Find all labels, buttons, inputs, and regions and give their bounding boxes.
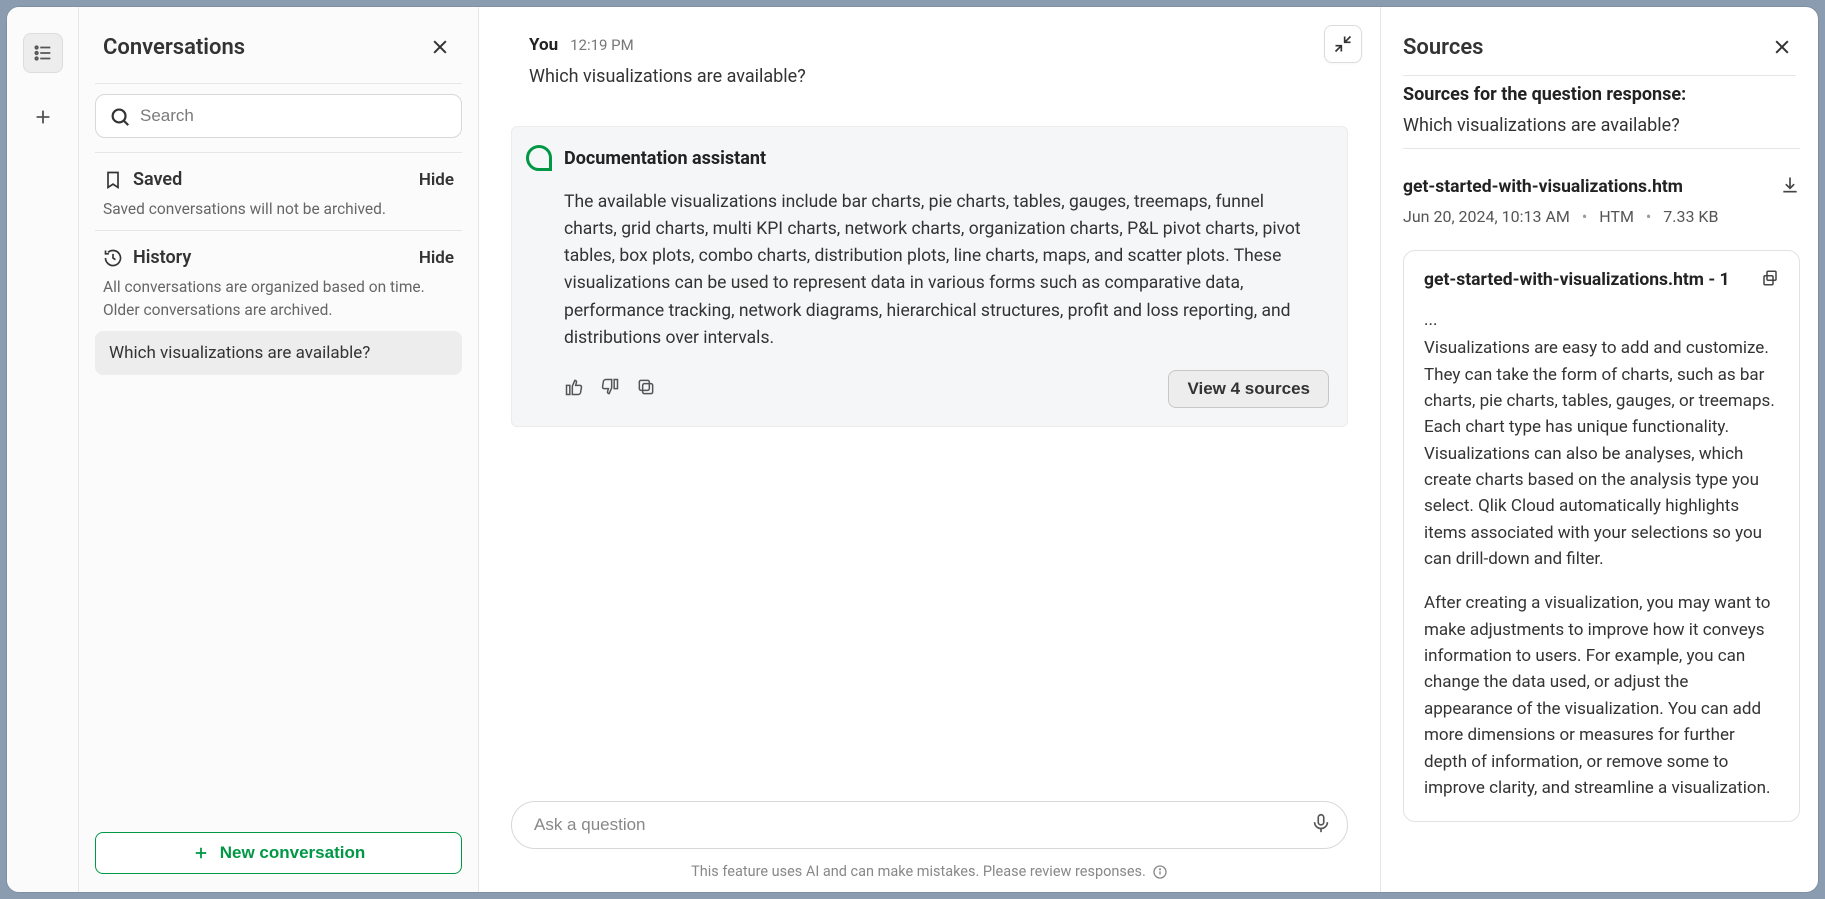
sources-title: Sources	[1403, 35, 1484, 60]
conversations-rail-button[interactable]	[23, 33, 63, 73]
sources-panel: Sources Sources for the question respons…	[1380, 7, 1818, 892]
user-message-text: Which visualizations are available?	[529, 63, 1330, 90]
history-icon	[103, 248, 123, 268]
source-file: get-started-with-visualizations.htm Jun …	[1403, 159, 1800, 236]
conversations-panel: Conversations Sav	[79, 7, 479, 892]
close-sources-button[interactable]	[1768, 33, 1796, 61]
plus-icon	[32, 106, 54, 128]
copy-icon	[636, 377, 656, 397]
source-file-type: HTM	[1599, 207, 1634, 226]
close-conversations-button[interactable]	[426, 33, 454, 61]
open-external-icon	[1761, 269, 1779, 287]
sources-question-heading: Sources for the question response:	[1403, 84, 1800, 105]
saved-hide-button[interactable]: Hide	[419, 170, 454, 190]
chat-panel: You 12:19 PM Which visualizations are av…	[479, 7, 1380, 892]
thumbs-up-icon	[564, 377, 584, 397]
thumbs-down-button[interactable]	[600, 377, 620, 401]
open-source-button[interactable]	[1761, 269, 1779, 291]
bookmark-icon	[103, 170, 123, 190]
saved-section: Saved Hide Saved conversations will not …	[95, 163, 462, 220]
history-section: History Hide All conversations are organ…	[95, 241, 462, 325]
disclaimer: This feature uses AI and can make mistak…	[479, 859, 1380, 892]
assistant-message: Documentation assistant The available vi…	[511, 126, 1348, 427]
history-desc: All conversations are organized based on…	[103, 276, 454, 321]
source-card-title: get-started-with-visualizations.htm - 1	[1424, 270, 1730, 290]
download-icon	[1780, 175, 1800, 195]
new-conversation-label: New conversation	[220, 843, 366, 863]
info-icon	[1152, 864, 1168, 880]
source-excerpt: ... Visualizations are easy to add and c…	[1424, 307, 1779, 801]
list-icon	[32, 42, 54, 64]
close-icon	[1772, 37, 1792, 57]
assistant-message-text: The available visualizations include bar…	[526, 189, 1329, 352]
thumbs-up-button[interactable]	[564, 377, 584, 401]
source-ellipsis: ...	[1424, 307, 1779, 333]
source-file-name: get-started-with-visualizations.htm	[1403, 177, 1683, 197]
conversations-search-input[interactable]	[95, 94, 462, 138]
app-frame: Conversations Sav	[7, 7, 1818, 892]
assistant-avatar-icon	[526, 145, 552, 171]
user-author-label: You	[529, 35, 558, 55]
close-icon	[430, 37, 450, 57]
view-sources-button[interactable]: View 4 sources	[1168, 370, 1329, 408]
collapse-icon	[1333, 34, 1353, 54]
source-file-meta: Jun 20, 2024, 10:13 AM • HTM • 7.33 KB	[1403, 207, 1800, 226]
user-message-time: 12:19 PM	[570, 36, 634, 54]
history-label: History	[133, 247, 191, 268]
search-icon	[109, 106, 131, 128]
disclaimer-text: This feature uses AI and can make mistak…	[691, 863, 1146, 880]
microphone-icon	[1310, 812, 1332, 834]
collapse-chat-button[interactable]	[1324, 25, 1362, 63]
thumbs-down-icon	[600, 377, 620, 397]
source-file-date: Jun 20, 2024, 10:13 AM	[1403, 207, 1570, 226]
source-paragraph-1: Visualizations are easy to add and custo…	[1424, 335, 1779, 572]
new-conversation-button[interactable]: New conversation	[95, 832, 462, 874]
source-paragraph-2: After creating a visualization, you may …	[1424, 590, 1779, 801]
chat-input[interactable]	[511, 801, 1348, 849]
conversation-item[interactable]: Which visualizations are available?	[95, 331, 462, 375]
microphone-button[interactable]	[1310, 812, 1332, 838]
conversations-title: Conversations	[103, 35, 245, 60]
saved-label: Saved	[133, 169, 182, 190]
assistant-name: Documentation assistant	[564, 148, 766, 169]
copy-button[interactable]	[636, 377, 656, 401]
source-file-size: 7.33 KB	[1663, 207, 1718, 226]
saved-desc: Saved conversations will not be archived…	[103, 198, 454, 220]
user-message: You 12:19 PM Which visualizations are av…	[511, 35, 1348, 108]
sources-question-text: Which visualizations are available?	[1403, 115, 1800, 136]
plus-icon	[192, 844, 210, 862]
history-hide-button[interactable]: Hide	[419, 248, 454, 268]
source-card: get-started-with-visualizations.htm - 1 …	[1403, 250, 1800, 822]
download-source-button[interactable]	[1780, 175, 1800, 199]
left-rail	[7, 7, 79, 892]
new-rail-button[interactable]	[23, 97, 63, 137]
